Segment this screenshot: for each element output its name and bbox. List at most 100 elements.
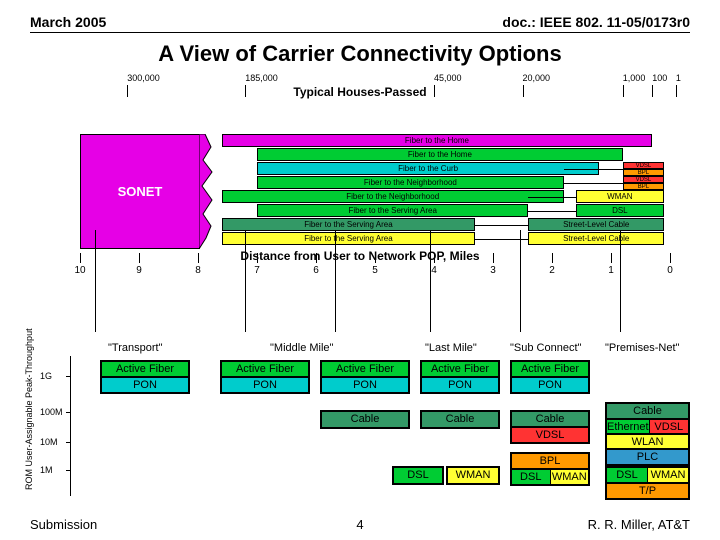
stack-cell: PON (422, 377, 498, 392)
stack-cell: DSLWMAN (607, 468, 688, 483)
right-chip: BPL (623, 183, 664, 190)
fiber-bar: Fiber to the Serving Area (257, 204, 528, 217)
xtick-label: 6 (313, 265, 319, 276)
stack-cell: T/P (607, 483, 688, 498)
stack-cell-half: DSL (512, 470, 551, 484)
xtick-label: 2 (549, 265, 555, 276)
footer-left: Submission (30, 517, 97, 532)
right-chip: WMAN (576, 190, 665, 203)
y-axis (70, 356, 71, 496)
vtick (676, 85, 677, 97)
stack-cell: PON (222, 377, 308, 392)
page-title: A View of Carrier Connectivity Options (30, 41, 690, 67)
stack-cell: EthernetVDSL (607, 419, 688, 434)
stack-cell: Active Fiber (322, 362, 408, 377)
houses-passed-seg: 300,000 (127, 73, 160, 83)
xtick-label: 7 (254, 265, 260, 276)
xtick-label: 3 (490, 265, 496, 276)
stack-box: Cable (420, 410, 500, 429)
connector (564, 169, 623, 170)
group-label: "Transport" (108, 342, 162, 354)
connector (564, 183, 623, 184)
stack-box: WMAN (446, 466, 500, 485)
group-label: "Premises-Net" (605, 342, 679, 354)
xtick-label: 8 (195, 265, 201, 276)
stack-cell: VDSL (512, 427, 588, 442)
stack-cell: DSLWMAN (512, 469, 588, 484)
y-axis-title: ROM User-Assignable Peak-Throughput (24, 328, 34, 490)
connector (95, 230, 96, 332)
sonet-label: SONET (118, 184, 163, 199)
header-row: March 2005 doc.: IEEE 802. 11-05/0173r0 (30, 14, 690, 33)
ytick-label: 10M (40, 437, 58, 447)
sonet-box: SONET (80, 134, 200, 249)
stack-box: Cable (320, 410, 410, 429)
xtick-label: 4 (431, 265, 437, 276)
top-diagram: Typical Houses-Passed SONET 300,000 185,0… (30, 71, 690, 261)
stack-cell: PLC (607, 449, 688, 464)
houses-passed-seg: 1,000 (623, 73, 646, 83)
stack-box: Active FiberPON (420, 360, 500, 394)
houses-passed-title: Typical Houses-Passed (30, 85, 690, 99)
footer-right: R. R. Miller, AT&T (588, 517, 690, 532)
connector (620, 230, 621, 332)
connector (528, 211, 575, 212)
stack-box: CableEthernetVDSLWLANPLC (605, 402, 690, 466)
ytick (66, 412, 71, 413)
group-label: "Middle Mile" (270, 342, 333, 354)
vtick (434, 85, 435, 97)
right-chip: DSL (576, 204, 665, 217)
connector (430, 230, 431, 332)
stack-cell: Active Fiber (222, 362, 308, 377)
stack-cell-half: Ethernet (607, 420, 650, 433)
stack-cell-half: DSL (607, 468, 648, 482)
stack-cell-half: VDSL (650, 420, 688, 433)
stack-box: Active FiberPON (320, 360, 410, 394)
xtick-label: 5 (372, 265, 378, 276)
houses-passed-seg: 20,000 (523, 73, 551, 83)
stack-cell: PON (102, 377, 188, 392)
fiber-bar: Fiber to the Neighborhood (222, 190, 564, 203)
vtick (127, 85, 128, 97)
stack-box: Active FiberPON (220, 360, 310, 394)
connector (335, 230, 336, 332)
fiber-bar: Fiber to the Serving Area (222, 218, 476, 231)
ytick-label: 100M (40, 407, 63, 417)
stack-cell: Active Fiber (512, 362, 588, 377)
group-label: "Sub Connect" (510, 342, 581, 354)
stack-box: CableVDSL (510, 410, 590, 444)
fiber-bar: Fiber to the Neighborhood (257, 176, 564, 189)
xtick-label: 0 (667, 265, 673, 276)
stack-cell-half: WMAN (551, 470, 589, 484)
vtick (523, 85, 524, 97)
right-chip: Street-Level Cable (528, 218, 664, 231)
bottom-diagram: ROM User-Assignable Peak-Throughput "Tra… (30, 320, 690, 510)
xtick-label: 1 (608, 265, 614, 276)
stack-box: BPLDSLWMAN (510, 452, 590, 486)
stack-cell: PON (512, 377, 588, 392)
ytick (66, 376, 71, 377)
xtick-label: 10 (74, 265, 85, 276)
vtick (652, 85, 653, 97)
stack-cell: Cable (422, 412, 498, 427)
fiber-bar: Fiber to the Home (222, 134, 653, 147)
connector (475, 225, 528, 226)
ytick (66, 470, 71, 471)
connector (520, 230, 521, 332)
connector (528, 197, 575, 198)
footer: Submission R. R. Miller, AT&T (30, 517, 690, 532)
stack-cell: Cable (512, 412, 588, 427)
sonet-zig-edge (199, 134, 213, 249)
vtick (245, 85, 246, 97)
right-chip: BPL (623, 169, 664, 176)
stack-cell: DSL (394, 468, 442, 483)
ytick-label: 1G (40, 371, 52, 381)
stack-cell: Active Fiber (102, 362, 188, 377)
xtick-label: 9 (136, 265, 142, 276)
houses-passed-seg: 1 (676, 73, 681, 83)
stack-box: DSLWMANT/P (605, 466, 690, 500)
fiber-bar: Fiber to the Curb (257, 162, 599, 175)
houses-passed-seg: 185,000 (245, 73, 278, 83)
stack-box: Active FiberPON (100, 360, 190, 394)
ytick (66, 442, 71, 443)
